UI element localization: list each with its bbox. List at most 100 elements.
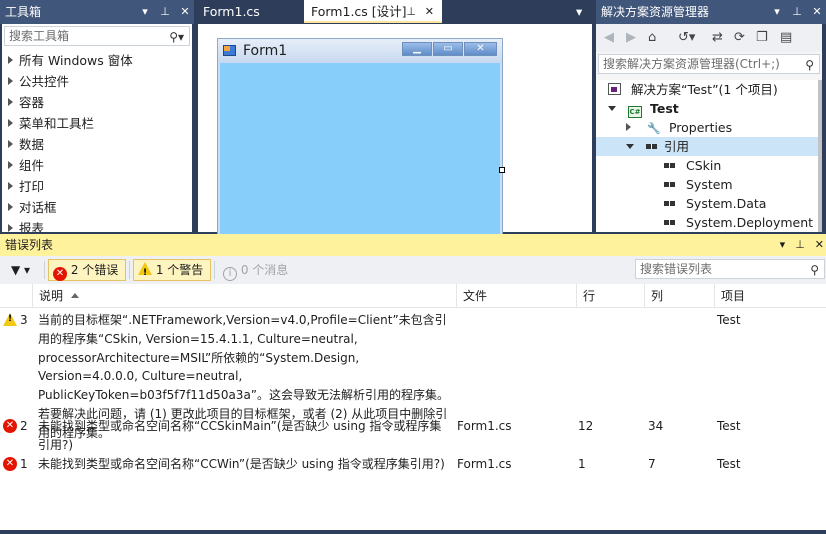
tab-form1-design[interactable]: Form1.cs [设计] ⊥ ✕ bbox=[304, 0, 442, 23]
toolbox-group[interactable]: 数据 bbox=[8, 134, 44, 155]
row-description: 未能找到类型或命名空间名称“CCWin”(是否缺少 using 指令或程序集引用… bbox=[38, 457, 445, 471]
column-header-project[interactable]: 项目 bbox=[714, 284, 826, 308]
error-icon: ✕ bbox=[3, 419, 17, 433]
close-icon[interactable]: ✕ bbox=[464, 42, 497, 56]
error-list-search-input[interactable]: 搜索错误列表 ⚲ bbox=[635, 259, 825, 279]
filter-dropdown[interactable]: ▼ ▾ bbox=[6, 259, 35, 281]
toolbox-group-label: 数据 bbox=[19, 137, 45, 152]
toolbox-group[interactable]: 组件 bbox=[8, 155, 44, 176]
expand-icon[interactable] bbox=[626, 123, 631, 131]
search-icon[interactable]: ⚲ bbox=[810, 261, 819, 279]
row-line: 12 bbox=[578, 419, 594, 433]
warnings-filter-button[interactable]: 1 个警告 bbox=[133, 259, 211, 283]
expand-icon[interactable] bbox=[8, 224, 13, 232]
toolbox-group-label: 所有 Windows 窗体 bbox=[19, 53, 133, 68]
tree-item-reference[interactable]: CSkin bbox=[596, 156, 818, 175]
errors-filter-button[interactable]: ✕ 2 个错误 bbox=[48, 259, 126, 281]
expand-icon[interactable] bbox=[8, 161, 13, 169]
tree-item-references[interactable]: 引用 bbox=[596, 137, 818, 156]
error-list-toolbar: ▼ ▾ ✕ 2 个错误 1 个警告 i 0 个消息 搜索错误列表 ⚲ bbox=[0, 256, 826, 284]
expand-icon[interactable] bbox=[8, 182, 13, 190]
close-icon[interactable]: ✕ bbox=[180, 0, 190, 24]
pin-icon[interactable]: ⊥ bbox=[792, 0, 802, 24]
reference-icon bbox=[664, 219, 678, 227]
tab-form1-code[interactable]: Form1.cs bbox=[196, 0, 300, 23]
show-all-files-icon[interactable]: ▤ bbox=[780, 30, 792, 45]
toolbox-group-label: 打印 bbox=[19, 179, 45, 194]
toolbox-search-input[interactable]: 搜索工具箱 ⚲▾ bbox=[4, 26, 190, 46]
collapse-icon[interactable] bbox=[626, 144, 634, 149]
toolbox-group[interactable]: 打印 bbox=[8, 176, 44, 197]
collapse-icon[interactable] bbox=[608, 106, 616, 111]
expand-icon[interactable] bbox=[8, 56, 13, 64]
expand-icon[interactable] bbox=[8, 140, 13, 148]
solution-explorer-title-bar: 解决方案资源管理器 ▾ ⊥ ✕ bbox=[596, 0, 826, 24]
close-icon[interactable]: ✕ bbox=[812, 0, 822, 24]
form-titlebar[interactable]: Form1 ▁ ▭ ✕ bbox=[218, 39, 502, 63]
column-header-description[interactable]: 说明 bbox=[32, 284, 456, 308]
expand-icon[interactable] bbox=[8, 77, 13, 85]
messages-filter-button[interactable]: i 0 个消息 bbox=[218, 259, 296, 281]
collapse-all-icon[interactable]: ❐ bbox=[756, 30, 768, 45]
toolbox-group[interactable]: 报表 bbox=[8, 218, 44, 232]
row-project: Test bbox=[717, 419, 741, 433]
home-icon[interactable]: ⌂ bbox=[648, 30, 656, 45]
pin-icon[interactable]: ⊥ bbox=[406, 0, 416, 23]
row-description: 未能找到类型或命名空间名称“CCSkinMain”(是否缺少 using 指令或… bbox=[38, 419, 442, 452]
error-list-panel: 错误列表 ▾ ⊥ ✕ ▼ ▾ ✕ 2 个错误 1 个警告 i 0 个消息 搜索错… bbox=[0, 234, 826, 530]
toolbox-group[interactable]: 对话框 bbox=[8, 197, 57, 218]
table-row[interactable]: 3 当前的目标框架“.NETFramework,Version=v4.0,Pro… bbox=[0, 311, 826, 440]
dropdown-icon[interactable]: ▾ bbox=[140, 0, 150, 24]
tree-item-reference[interactable]: System bbox=[596, 175, 818, 194]
column-header-file[interactable]: 文件 bbox=[456, 284, 576, 308]
close-icon[interactable]: ✕ bbox=[815, 234, 824, 256]
dropdown-icon[interactable]: ▾ bbox=[772, 0, 782, 24]
solution-icon bbox=[608, 83, 621, 95]
expand-icon[interactable] bbox=[8, 98, 13, 106]
close-icon[interactable]: ✕ bbox=[425, 0, 434, 23]
minimize-icon[interactable]: ▁ bbox=[402, 42, 432, 56]
back-icon[interactable]: ◀ bbox=[604, 30, 614, 45]
form1-designer-window[interactable]: Form1 ▁ ▭ ✕ bbox=[217, 38, 503, 239]
toolbox-group[interactable]: 菜单和工具栏 bbox=[8, 113, 94, 134]
pin-icon[interactable]: ⊥ bbox=[160, 0, 170, 24]
search-icon[interactable]: ⚲▾ bbox=[169, 28, 184, 46]
history-icon[interactable]: ↺▾ bbox=[678, 30, 695, 45]
solution-search-input[interactable]: 搜索解决方案资源管理器(Ctrl+;) ⚲ bbox=[598, 54, 820, 74]
vertical-scrollbar[interactable] bbox=[818, 80, 822, 232]
filter-icon: ▼ bbox=[11, 263, 21, 277]
wrench-icon: 🔧 bbox=[646, 122, 661, 135]
reference-icon bbox=[664, 181, 678, 189]
refresh-icon[interactable]: ⟳ bbox=[734, 30, 745, 45]
table-row[interactable]: ✕ 1 未能找到类型或命名空间名称“CCWin”(是否缺少 using 指令或程… bbox=[0, 455, 826, 475]
toolbox-panel: 工具箱 ▾ ⊥ ✕ 搜索工具箱 ⚲▾ 所有 Windows 窗体 公共控件 容器… bbox=[0, 0, 194, 232]
expand-icon[interactable] bbox=[8, 203, 13, 211]
form-title: Form1 bbox=[243, 43, 288, 59]
toolbox-group[interactable]: 所有 Windows 窗体 bbox=[8, 50, 133, 71]
tree-item-reference[interactable]: System.Data bbox=[596, 194, 818, 213]
pin-icon[interactable]: ⊥ bbox=[795, 234, 805, 256]
search-icon[interactable]: ⚲ bbox=[805, 56, 814, 74]
column-header-column[interactable]: 列 bbox=[644, 284, 714, 308]
resize-handle[interactable] bbox=[499, 167, 505, 173]
design-surface[interactable]: Form1 ▁ ▭ ✕ bbox=[198, 24, 592, 239]
reference-icon bbox=[664, 200, 678, 208]
tree-item-label: 引用 bbox=[663, 139, 689, 154]
maximize-icon[interactable]: ▭ bbox=[433, 42, 463, 56]
tree-item-solution[interactable]: 解决方案“Test”(1 个项目) bbox=[596, 80, 818, 99]
form-client-area[interactable] bbox=[220, 63, 500, 239]
table-row[interactable]: ✕ 2 未能找到类型或命名空间名称“CCSkinMain”(是否缺少 using… bbox=[0, 417, 826, 455]
csharp-project-icon: C# bbox=[627, 106, 642, 118]
sync-icon[interactable]: ⇄ bbox=[712, 30, 723, 45]
toolbox-group[interactable]: 容器 bbox=[8, 92, 44, 113]
tab-overflow-dropdown[interactable]: ▾ bbox=[572, 0, 590, 23]
column-header-line[interactable]: 行 bbox=[576, 284, 644, 308]
forward-icon[interactable]: ▶ bbox=[626, 30, 636, 45]
tree-item-reference[interactable]: System.Deployment bbox=[596, 213, 818, 232]
tree-item-properties[interactable]: 🔧 Properties bbox=[596, 118, 818, 137]
expand-icon[interactable] bbox=[8, 119, 13, 127]
dropdown-icon[interactable]: ▾ bbox=[780, 234, 786, 256]
toolbox-group[interactable]: 公共控件 bbox=[8, 71, 69, 92]
tree-item-project[interactable]: C# Test bbox=[596, 99, 818, 118]
tab-label: Form1.cs bbox=[203, 4, 260, 19]
